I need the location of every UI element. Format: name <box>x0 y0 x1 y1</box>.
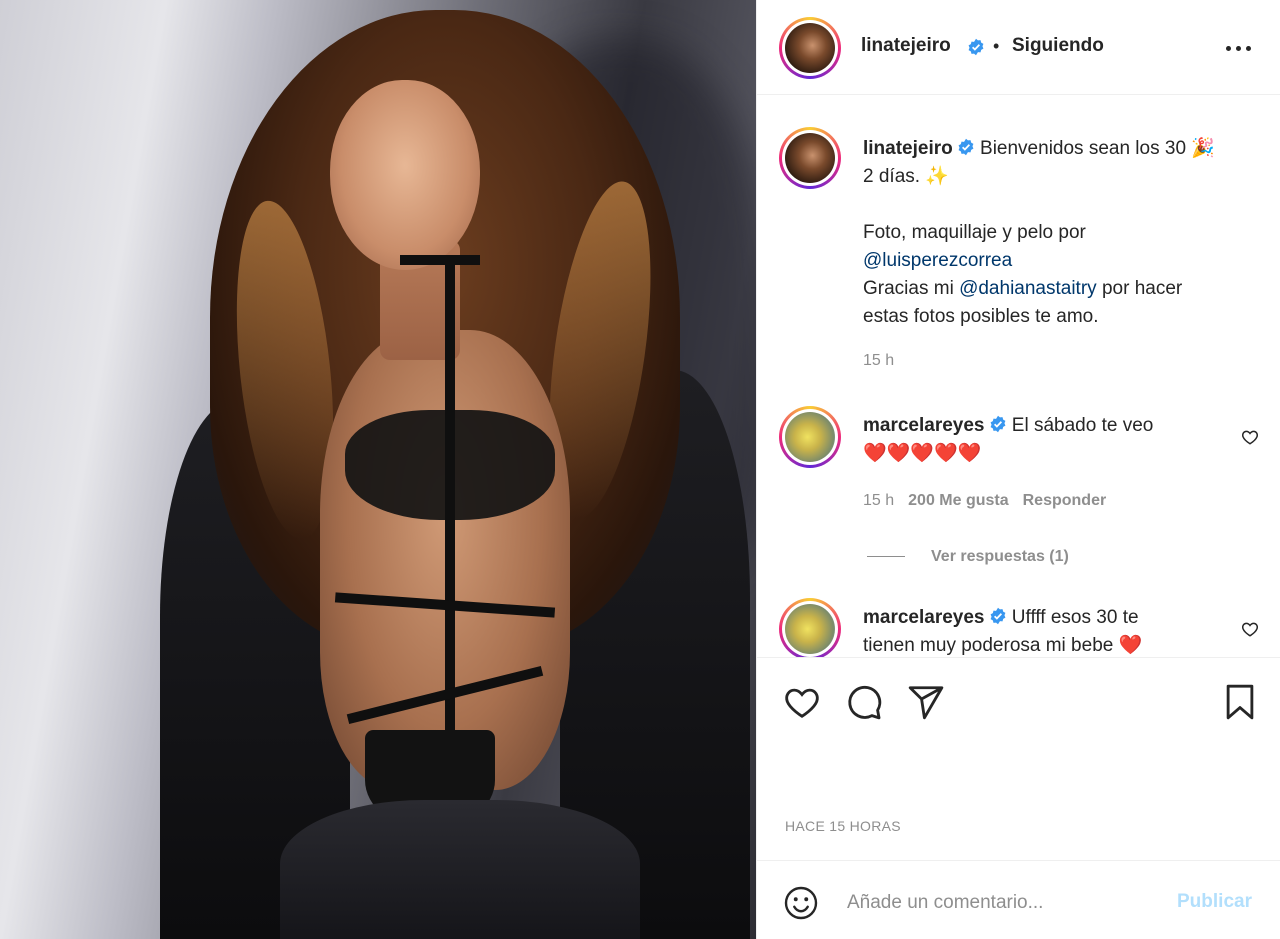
following-button[interactable]: Siguiendo <box>1012 35 1104 57</box>
photo-choker <box>400 255 480 265</box>
comments-list[interactable]: linatejeiro Bienvenidos sean los 30 🎉 2 … <box>757 96 1280 658</box>
commenter-username[interactable]: marcelareyes <box>863 607 985 628</box>
comment-like-heart-icon[interactable] <box>1241 620 1259 638</box>
publish-button[interactable]: Publicar <box>1177 891 1252 913</box>
commenter-avatar[interactable] <box>779 598 841 657</box>
add-comment-bar: Publicar <box>757 860 1280 939</box>
share-icon[interactable] <box>907 683 945 721</box>
view-replies-line <box>867 556 905 558</box>
caption-avatar[interactable] <box>779 127 841 189</box>
comment-body: El sábado te veo <box>1011 415 1154 436</box>
verified-badge-icon <box>990 607 1005 625</box>
heart-icon[interactable] <box>783 683 821 721</box>
post-side-panel: linatejeiro • Siguiendo linatejeiro Bien… <box>756 0 1280 939</box>
caption-line: Foto, maquillaje y pelo por <box>863 222 1086 243</box>
verified-badge-icon <box>990 415 1005 433</box>
action-bar <box>757 660 1280 750</box>
comment-item: marcelareyes El sábado te veo ❤️❤️❤️❤️❤️… <box>757 406 1280 576</box>
author-username[interactable]: linatejeiro <box>861 35 951 57</box>
caption-text: linatejeiro Bienvenidos sean los 30 🎉 2 … <box>863 135 1253 331</box>
commenter-username[interactable]: marcelareyes <box>863 415 985 436</box>
photo-face <box>330 80 480 270</box>
mention-link[interactable]: @dahianastaitry <box>959 278 1097 299</box>
bookmark-icon[interactable] <box>1221 683 1259 721</box>
view-replies-button[interactable]: Ver respuestas (1) <box>867 548 1069 566</box>
caption-line: 2 días. ✨ <box>863 166 949 187</box>
comment-icon[interactable] <box>845 683 883 721</box>
comment-input[interactable] <box>847 887 1167 919</box>
verified-badge-icon <box>958 138 974 156</box>
caption: linatejeiro Bienvenidos sean los 30 🎉 2 … <box>757 127 1280 377</box>
caption-line: por hacer <box>1096 278 1183 299</box>
comment-item: marcelareyes Uffff esos 30 te tienen muy… <box>757 598 1280 657</box>
view-replies-label: Ver respuestas (1) <box>931 548 1069 565</box>
comment-text: marcelareyes El sábado te veo ❤️❤️❤️❤️❤️ <box>863 412 1253 468</box>
emoji-icon[interactable] <box>783 885 819 921</box>
comment-text: marcelareyes Uffff esos 30 te tienen muy… <box>863 604 1253 657</box>
comment-likes[interactable]: 200 Me gusta <box>908 492 1008 509</box>
post-photo[interactable] <box>0 0 756 939</box>
mention-link[interactable]: @luisperezcorrea <box>863 250 1012 271</box>
photo-legs <box>280 800 640 939</box>
comment-meta: 15 h 200 Me gusta Responder <box>863 492 1106 510</box>
author-avatar[interactable] <box>779 17 841 79</box>
caption-username[interactable]: linatejeiro <box>863 138 953 159</box>
comment-emojis: ❤️❤️❤️❤️❤️ <box>863 443 982 464</box>
caption-time[interactable]: 15 h <box>863 352 894 370</box>
more-options-icon[interactable] <box>1225 36 1253 60</box>
comment-time[interactable]: 15 h <box>863 492 894 509</box>
caption-line: Bienvenidos sean los 30 🎉 <box>980 138 1215 159</box>
verified-badge-icon <box>968 38 984 56</box>
header-separator: • <box>993 36 1000 56</box>
comment-body: Uffff esos 30 te <box>1011 607 1139 628</box>
post-timestamp[interactable]: HACE 15 HORAS <box>785 818 901 834</box>
post-header: linatejeiro • Siguiendo <box>757 0 1280 95</box>
comment-like-heart-icon[interactable] <box>1241 428 1259 446</box>
photo-harness-strap <box>445 260 455 740</box>
caption-line: estas fotos posibles te amo. <box>863 306 1099 327</box>
commenter-avatar[interactable] <box>779 406 841 468</box>
comment-body: tienen muy poderosa mi bebe ❤️ <box>863 635 1143 656</box>
reply-button[interactable]: Responder <box>1023 492 1107 509</box>
caption-line: Gracias mi <box>863 278 960 299</box>
